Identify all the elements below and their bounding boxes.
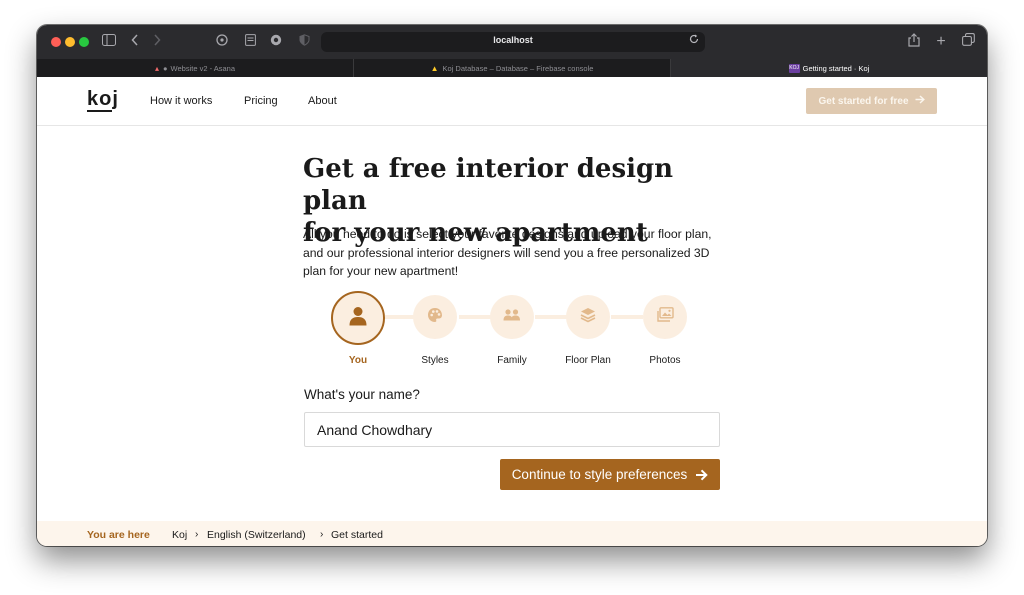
get-started-button[interactable]: Get started for free	[806, 88, 937, 114]
nav-link-pricing[interactable]: Pricing	[244, 95, 278, 107]
url-text: localhost	[493, 35, 533, 45]
tab-label: Getting started · Koj	[802, 63, 870, 73]
get-started-label: Get started for free	[818, 95, 909, 107]
nav-link-about[interactable]: About	[308, 95, 337, 107]
breadcrumb-item-get-started[interactable]: Get started	[331, 529, 383, 541]
forward-icon[interactable]	[151, 33, 163, 51]
koj-icon: KOJ	[788, 63, 800, 73]
step-connector	[535, 315, 567, 319]
step-styles[interactable]	[413, 295, 457, 339]
step-label-styles: Styles	[421, 355, 449, 366]
minimize-window-button[interactable]	[65, 37, 75, 47]
koj-logo[interactable]: koj	[87, 88, 119, 111]
step-connector	[611, 315, 643, 319]
continue-button[interactable]: Continue to style preferences	[500, 459, 720, 490]
extension-icon[interactable]	[269, 33, 283, 51]
step-connector	[385, 315, 415, 319]
arrow-right-icon	[695, 469, 709, 481]
step-connector	[459, 315, 491, 319]
firebase-icon: ▲	[430, 63, 439, 73]
tab-label: Koj Database – Database – Firebase conso…	[442, 63, 594, 73]
breadcrumb-you-are-here: You are here	[87, 529, 150, 541]
shield-icon[interactable]	[297, 33, 311, 51]
browser-window: localhost + ▴ ● Website v2 - Asana ▲ Koj…	[37, 25, 987, 546]
tab-asana[interactable]: ▴ ● Website v2 - Asana	[37, 59, 354, 77]
new-tab-icon[interactable]: +	[934, 33, 948, 51]
arrow-right-icon	[915, 95, 925, 107]
reader-icon[interactable]	[243, 33, 257, 51]
step-label-floor-plan: Floor Plan	[565, 355, 611, 366]
step-label-photos: Photos	[649, 355, 681, 366]
sidebar-toggle-icon[interactable]	[101, 33, 117, 51]
zoom-window-button[interactable]	[79, 37, 89, 47]
site-header: koj How it works Pricing About Get start…	[37, 77, 987, 126]
breadcrumb: You are here Koj › English (Switzerland)…	[37, 521, 987, 546]
name-input[interactable]	[304, 412, 720, 447]
tab-strip: ▴ ● Website v2 - Asana ▲ Koj Database – …	[37, 59, 987, 77]
password-icon[interactable]	[215, 33, 229, 51]
tab-dot-icon: ●	[163, 63, 168, 73]
share-icon[interactable]	[907, 33, 921, 51]
tab-overview-icon[interactable]	[960, 33, 976, 51]
breadcrumb-separator-icon: ›	[195, 529, 199, 540]
step-label-family: Family	[497, 355, 527, 366]
step-floor-plan[interactable]	[566, 295, 610, 339]
continue-label: Continue to style preferences	[511, 467, 688, 482]
page-subtitle: All you need to do is select your favori…	[303, 227, 712, 278]
tab-firebase[interactable]: ▲ Koj Database – Database – Firebase con…	[354, 59, 671, 77]
layers-icon	[580, 307, 596, 328]
photos-icon	[656, 307, 674, 327]
step-photos[interactable]	[643, 295, 687, 339]
logo-underline	[87, 110, 112, 112]
step-family[interactable]	[490, 295, 534, 339]
reload-icon[interactable]	[689, 34, 699, 47]
asana-icon: ▴	[154, 63, 159, 73]
nav-link-how-it-works[interactable]: How it works	[150, 95, 212, 107]
user-icon	[349, 306, 367, 331]
close-window-button[interactable]	[51, 37, 61, 47]
step-you[interactable]	[331, 291, 385, 345]
palette-icon	[427, 307, 443, 328]
tab-koj[interactable]: KOJ Getting started · Koj	[671, 59, 987, 77]
tab-label: Website v2 - Asana	[170, 63, 236, 73]
browser-toolbar: localhost +	[37, 25, 987, 59]
step-label-you: You	[348, 355, 368, 366]
back-icon[interactable]	[129, 33, 141, 51]
address-bar[interactable]: localhost	[321, 32, 705, 52]
title-line-1: Get a free interior design plan	[303, 154, 674, 216]
breadcrumb-item-language[interactable]: English (Switzerland)	[207, 529, 306, 541]
name-question-label: What's your name?	[304, 387, 420, 402]
family-icon	[503, 308, 521, 326]
breadcrumb-item-koj[interactable]: Koj	[172, 529, 187, 541]
breadcrumb-separator-icon: ›	[320, 529, 324, 540]
